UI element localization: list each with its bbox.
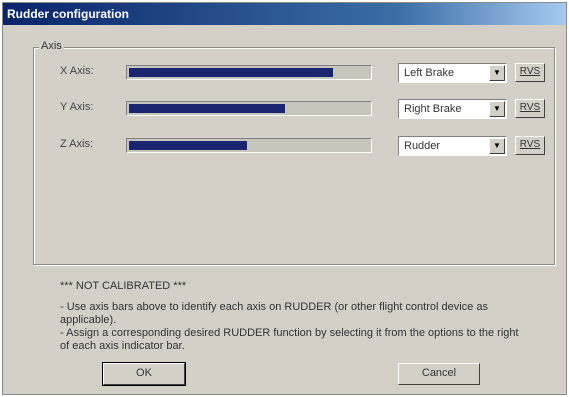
y-axis-label: Y Axis: bbox=[60, 101, 94, 113]
axis-row-x: X Axis: Left Brake ▼ RVS bbox=[34, 62, 554, 84]
x-axis-bar bbox=[126, 65, 372, 80]
chevron-down-icon[interactable]: ▼ bbox=[489, 101, 505, 117]
axis-row-y: Y Axis: Right Brake ▼ RVS bbox=[34, 98, 554, 120]
z-axis-reverse-button[interactable]: RVS bbox=[515, 136, 545, 155]
x-axis-label: X Axis: bbox=[60, 65, 94, 77]
y-axis-function-select[interactable]: Right Brake ▼ bbox=[398, 99, 507, 119]
y-axis-reverse-button[interactable]: RVS bbox=[515, 99, 545, 118]
chevron-down-icon[interactable]: ▼ bbox=[489, 65, 505, 81]
cancel-button[interactable]: Cancel bbox=[398, 363, 480, 385]
notice-heading: *** NOT CALIBRATED *** bbox=[60, 280, 187, 292]
axis-groupbox: X Axis: Left Brake ▼ RVS Y Axis: Right B… bbox=[33, 47, 555, 265]
axis-row-z: Z Axis: Rudder ▼ RVS bbox=[34, 135, 554, 157]
notice-line-1: - Use axis bars above to identify each a… bbox=[60, 301, 488, 326]
window-title: Rudder configuration bbox=[3, 3, 566, 25]
ok-button[interactable]: OK bbox=[102, 362, 186, 386]
x-axis-reverse-button[interactable]: RVS bbox=[515, 63, 545, 82]
notice-line-2: - Assign a corresponding desired RUDDER … bbox=[60, 327, 519, 352]
calibration-notice: *** NOT CALIBRATED *** - Use axis bars a… bbox=[60, 280, 530, 353]
y-axis-bar bbox=[126, 101, 372, 116]
x-axis-bar-fill bbox=[129, 68, 333, 77]
x-axis-selected-value: Left Brake bbox=[404, 67, 455, 79]
y-axis-selected-value: Right Brake bbox=[404, 103, 462, 115]
x-axis-function-select[interactable]: Left Brake ▼ bbox=[398, 63, 507, 83]
z-axis-selected-value: Rudder bbox=[404, 140, 441, 152]
z-axis-bar bbox=[126, 138, 372, 153]
z-axis-bar-fill bbox=[129, 141, 247, 150]
y-axis-bar-fill bbox=[129, 104, 285, 113]
z-axis-function-select[interactable]: Rudder ▼ bbox=[398, 136, 507, 156]
rudder-config-dialog: Rudder configuration X Axis: Left Brake … bbox=[2, 2, 567, 395]
chevron-down-icon[interactable]: ▼ bbox=[489, 138, 505, 154]
axis-group-label: Axis bbox=[39, 40, 64, 52]
z-axis-label: Z Axis: bbox=[60, 138, 94, 150]
